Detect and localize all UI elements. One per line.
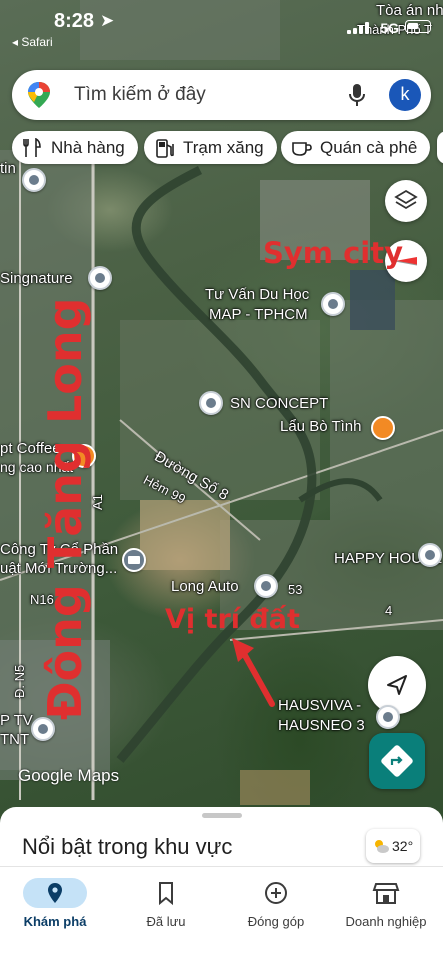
account-avatar[interactable]: k xyxy=(389,79,421,111)
chip-more[interactable] xyxy=(437,131,443,164)
chip-coffee[interactable]: Quán cà phê xyxy=(281,131,431,164)
sheet-grab-handle[interactable] xyxy=(202,813,242,818)
poi-marker-restaurant[interactable] xyxy=(371,416,395,440)
explore-pin-icon xyxy=(23,878,87,908)
map-label-tu-van: Tư Vấn Du Học xyxy=(205,286,310,303)
map-label-d-n5: Đ. N5 xyxy=(12,664,27,698)
sheet-title: Nổi bật trong khu vực xyxy=(22,834,233,859)
google-maps-logo: Google Maps xyxy=(18,766,120,785)
directions-button[interactable] xyxy=(369,733,425,789)
map-label-hausneo: HAUSNEO 3 xyxy=(278,717,365,734)
search-bar[interactable]: Tìm kiếm ở đây k xyxy=(12,70,431,120)
annotation-sym-city: Sym city xyxy=(263,236,404,270)
battery-icon xyxy=(405,20,431,33)
back-to-app-link[interactable]: ◂ Safari xyxy=(12,35,53,49)
map-label-court: Tòa án nh xyxy=(376,2,443,19)
microphone-icon[interactable] xyxy=(347,82,367,108)
poi-marker-church[interactable] xyxy=(22,168,46,192)
status-time: 8:28 xyxy=(54,10,95,32)
navigation-arrow-icon xyxy=(387,675,407,695)
poi-marker-tu-van[interactable] xyxy=(321,292,345,316)
google-maps-pin-icon xyxy=(28,82,50,108)
map-label-sn-concept: SN CONCEPT xyxy=(230,395,329,412)
nav-contribute[interactable]: Đóng góp xyxy=(226,870,326,929)
nav-business[interactable]: Doanh nghiệp xyxy=(336,870,436,929)
poi-marker-happy-house[interactable] xyxy=(418,543,442,567)
search-input[interactable]: Tìm kiếm ở đây xyxy=(74,84,206,106)
chip-gas-stations[interactable]: Trạm xăng xyxy=(144,131,277,164)
nav-label: Khám phá xyxy=(23,914,87,929)
storefront-icon xyxy=(354,878,418,908)
poi-marker-hausviva[interactable] xyxy=(376,705,400,729)
bookmark-icon xyxy=(134,878,198,908)
directions-icon xyxy=(381,745,413,777)
map-label-tnt: TNT xyxy=(0,731,30,748)
map-label-lau-bo: Lẩu Bò Tình xyxy=(280,418,362,435)
chip-label: Trạm xăng xyxy=(183,137,264,157)
map-label-singnature: Singnature xyxy=(0,270,73,287)
layers-icon xyxy=(394,189,418,210)
map-label-hausviva: HAUSVIVA - xyxy=(278,697,362,714)
poi-marker-tv[interactable] xyxy=(31,717,55,741)
cloud-sun-icon xyxy=(375,840,389,853)
add-circle-icon xyxy=(244,878,308,908)
annotation-vi-tri-dat: Vị trí đất xyxy=(165,604,300,635)
map-label-53: 53 xyxy=(288,582,303,597)
chip-restaurants[interactable]: Nhà hàng xyxy=(12,131,138,164)
map-label-ptv: P TV xyxy=(0,712,33,729)
map-label-a1: A1 xyxy=(90,494,105,510)
map-label-4: 4 xyxy=(385,603,393,618)
annotation-arrow-icon xyxy=(232,638,275,707)
annotation-dong-tang-long: Đông Tăng Long xyxy=(38,297,92,720)
coffee-cup-icon xyxy=(292,141,312,156)
nav-label: Đóng góp xyxy=(247,914,305,929)
chip-label: Quán cà phê xyxy=(320,137,418,157)
map-label-tin: tin xyxy=(0,160,16,177)
my-location-button[interactable] xyxy=(368,656,426,714)
temperature: 32° xyxy=(392,838,414,854)
map-label-map-tphcm: MAP - TPHCM xyxy=(209,306,308,323)
gas-station-icon xyxy=(156,138,174,158)
signal-bars-icon xyxy=(347,22,369,34)
layers-button[interactable] xyxy=(385,180,427,222)
poi-marker-company[interactable] xyxy=(122,548,146,572)
nav-label: Đã lưu xyxy=(146,914,186,929)
network-type: 5G xyxy=(380,20,399,36)
status-bar: 8:28 ➤ ◂ Safari Tòa án nh Thành Phố T 5G xyxy=(0,0,443,54)
weather-badge[interactable]: 32° xyxy=(366,829,420,863)
nav-saved[interactable]: Đã lưu xyxy=(116,870,216,929)
nav-explore[interactable]: Khám phá xyxy=(5,870,105,929)
poi-marker-sn-concept[interactable] xyxy=(199,391,223,415)
location-arrow-icon: ➤ xyxy=(100,11,115,30)
fork-knife-icon xyxy=(23,137,41,157)
poi-marker-singnature[interactable] xyxy=(88,266,112,290)
poi-marker-long-auto[interactable] xyxy=(254,574,278,598)
map-label-long-auto: Long Auto xyxy=(171,578,239,595)
nav-label: Doanh nghiệp xyxy=(345,914,427,929)
chip-label: Nhà hàng xyxy=(51,137,125,157)
